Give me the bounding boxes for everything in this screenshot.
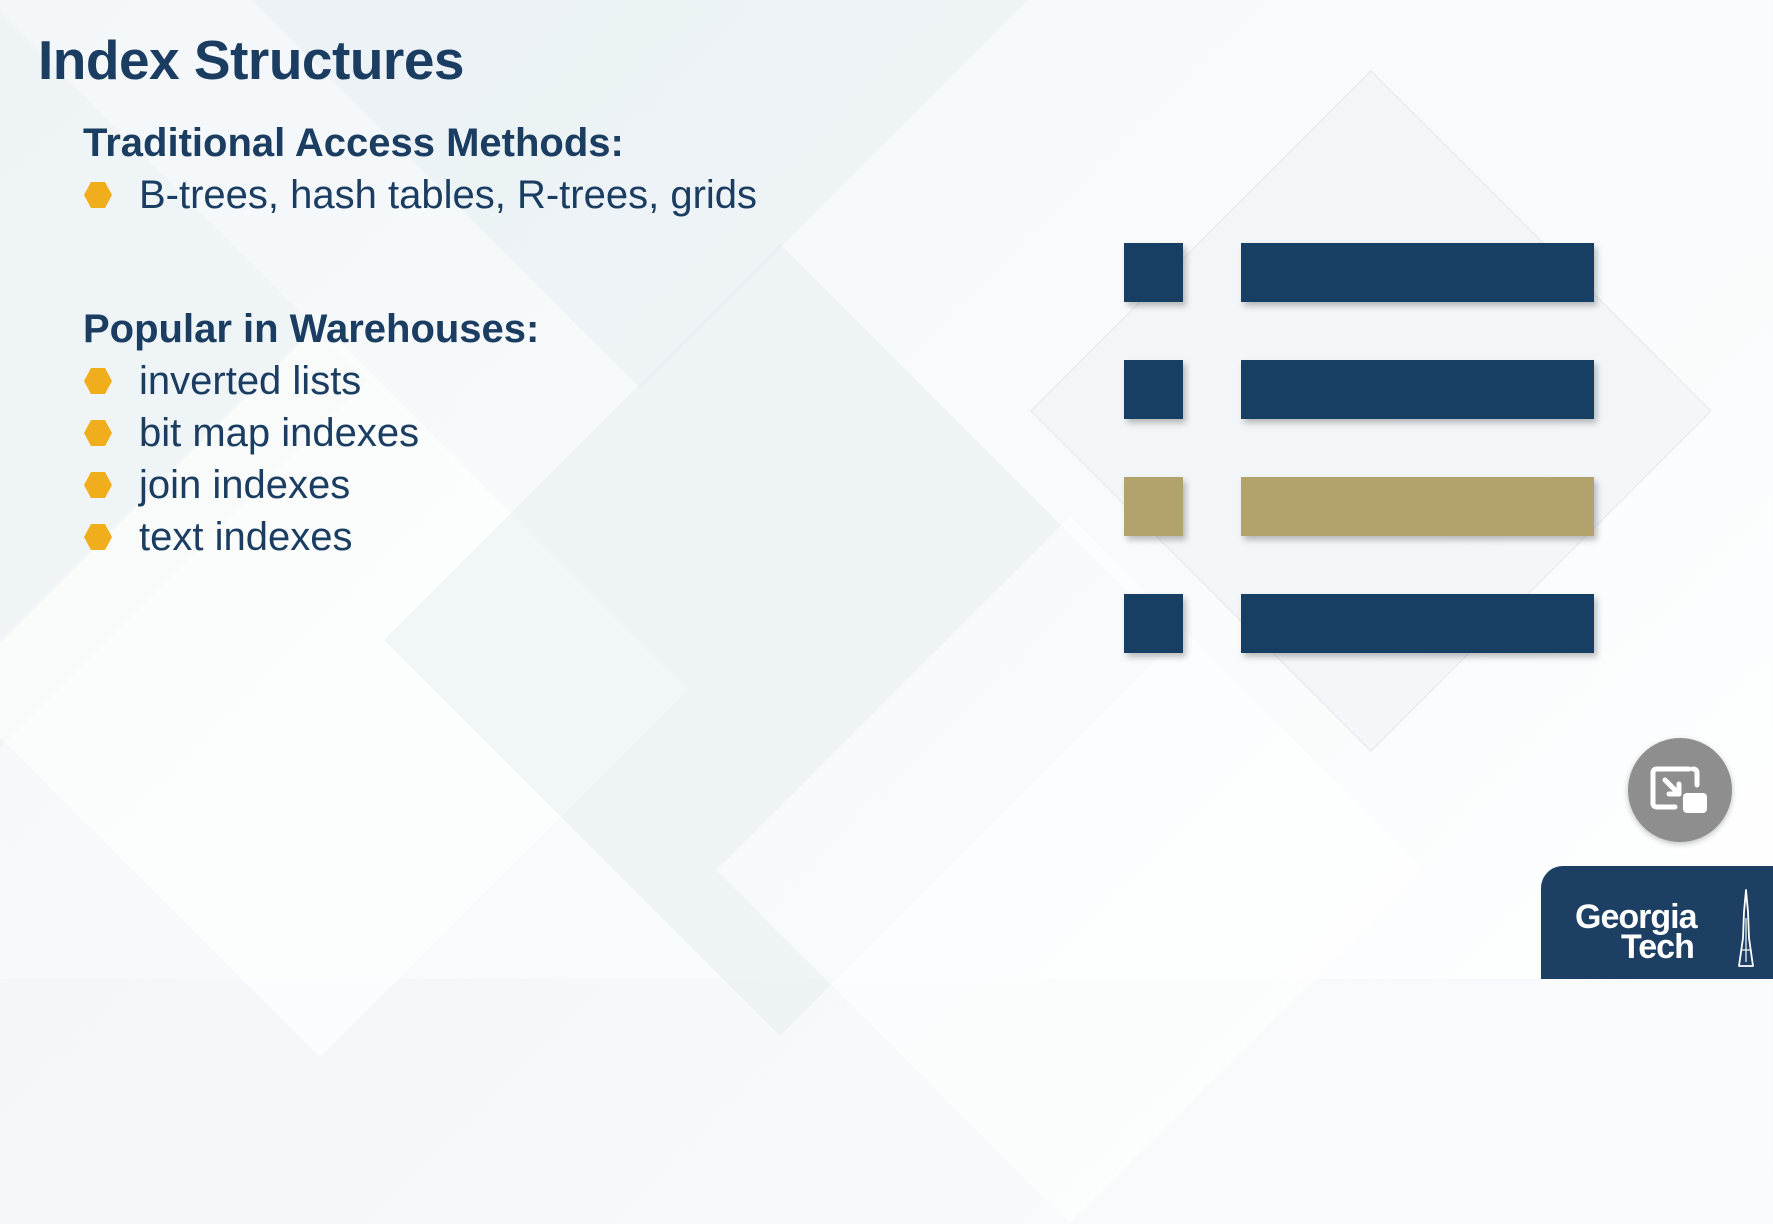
bullet-text: join indexes bbox=[139, 462, 351, 507]
slide-title: Index Structures bbox=[38, 29, 465, 91]
list-graphic-bar bbox=[1241, 243, 1594, 302]
hexagon-bullet-icon bbox=[84, 368, 112, 394]
exit-picture-in-picture-button[interactable] bbox=[1628, 738, 1732, 842]
exit-picture-in-picture-icon bbox=[1650, 766, 1707, 813]
bullet-item: B-trees, hash tables, R-trees, grids bbox=[83, 169, 757, 221]
bullet-text: text indexes bbox=[139, 514, 353, 559]
bullet-text: bit map indexes bbox=[139, 410, 420, 455]
hexagon-bullet-icon bbox=[84, 472, 112, 498]
bullet-list: inverted lists bit map indexes join inde… bbox=[83, 355, 539, 563]
list-graphic-square bbox=[1124, 243, 1183, 302]
tech-tower-icon bbox=[1738, 889, 1754, 967]
hexagon-bullet-icon bbox=[84, 420, 112, 446]
hexagon-bullet-icon bbox=[84, 182, 112, 208]
logo-line-2: Tech bbox=[1621, 928, 1695, 966]
bullet-item: bit map indexes bbox=[83, 407, 539, 459]
list-graphic-square bbox=[1124, 594, 1183, 653]
georgia-tech-logo: Georgia Tech bbox=[1541, 866, 1773, 979]
list-graphic-bar bbox=[1241, 477, 1594, 536]
section-heading: Popular in Warehouses: bbox=[83, 307, 540, 351]
list-graphic-square bbox=[1124, 360, 1183, 419]
bullet-item: join indexes bbox=[83, 459, 539, 511]
section-traditional-access-methods: Traditional Access Methods: B-trees, has… bbox=[83, 117, 757, 221]
bullet-item: inverted lists bbox=[83, 355, 539, 407]
section-popular-in-warehouses: Popular in Warehouses: inverted lists bi… bbox=[83, 303, 539, 563]
list-graphic-bar bbox=[1241, 360, 1594, 419]
list-graphic-square bbox=[1124, 477, 1183, 536]
section-heading: Traditional Access Methods: bbox=[83, 121, 624, 165]
bullet-text: B-trees, hash tables, R-trees, grids bbox=[139, 172, 758, 217]
bullet-list: B-trees, hash tables, R-trees, grids bbox=[83, 169, 757, 221]
bullet-item: text indexes bbox=[83, 511, 539, 563]
list-graphic-bar bbox=[1241, 594, 1594, 653]
hexagon-bullet-icon bbox=[84, 524, 112, 550]
bullet-text: inverted lists bbox=[139, 358, 362, 403]
